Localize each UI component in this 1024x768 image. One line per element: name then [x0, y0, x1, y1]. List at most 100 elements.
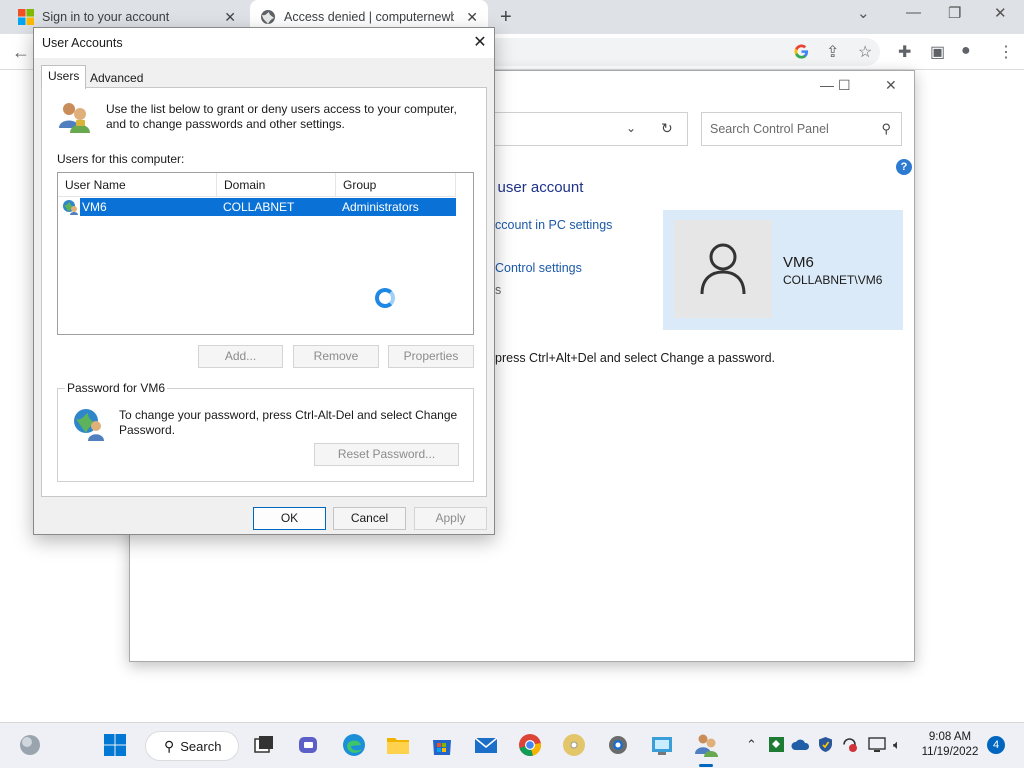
- show-hidden-icons-chevron-icon[interactable]: ⌃: [746, 737, 757, 753]
- control-panel-icon[interactable]: [649, 732, 675, 758]
- cell-domain: COLLABNET: [223, 200, 295, 214]
- new-tab-icon[interactable]: +: [500, 6, 512, 29]
- uac-settings-link[interactable]: Control settings: [495, 261, 582, 275]
- disc-drive-icon[interactable]: [561, 732, 587, 758]
- users-list[interactable]: User Name Domain Group VM6 COLLABNET Adm…: [57, 172, 474, 335]
- network-monitor-icon[interactable]: [868, 736, 886, 753]
- control-panel-search-input[interactable]: Search Control Panel ⚲: [701, 112, 902, 146]
- partial-link[interactable]: s: [495, 283, 501, 297]
- loading-spinner-icon: [375, 288, 395, 308]
- active-app-indicator: [699, 764, 713, 767]
- page-title: ur user account: [480, 179, 584, 196]
- search-placeholder: Search Control Panel: [710, 122, 829, 136]
- close-window-icon[interactable]: ✕: [994, 4, 1007, 22]
- change-password-hint: press Ctrl+Alt+Del and select Change a p…: [495, 351, 776, 365]
- user-name: VM6: [783, 254, 814, 271]
- mail-icon[interactable]: [473, 732, 499, 758]
- add-user-button[interactable]: Add...: [198, 345, 283, 368]
- notification-badge[interactable]: 4: [987, 736, 1005, 754]
- dialog-titlebar[interactable]: User Accounts ✕: [34, 28, 494, 58]
- intro-text: Use the list below to grant or deny user…: [106, 102, 457, 131]
- clock-date: 11/19/2022: [921, 746, 979, 758]
- user-card: VM6 COLLABNET\VM6: [663, 210, 903, 330]
- minimize-icon[interactable]: —: [906, 4, 921, 21]
- cell-user-name: VM6: [82, 200, 107, 214]
- globe-icon: [261, 10, 275, 24]
- taskbar: ⚲ Search ⌃ 🔈︎ 9:08 AM 11/19/2022 4: [0, 722, 1024, 768]
- tab-title: Access denied | computernewb.c: [284, 10, 454, 24]
- close-tab-icon[interactable]: ✕: [224, 9, 236, 26]
- address-bar[interactable]: [480, 38, 880, 66]
- start-windows-icon[interactable]: [102, 732, 128, 758]
- google-icon[interactable]: [794, 44, 809, 59]
- microsoft-logo-icon: [18, 9, 34, 25]
- file-explorer-icon[interactable]: [385, 732, 411, 758]
- volume-speaker-icon[interactable]: 🔈︎: [893, 737, 901, 753]
- taskbar-search-label: Search: [180, 738, 222, 754]
- remove-user-button[interactable]: Remove: [293, 345, 379, 368]
- column-domain[interactable]: Domain: [217, 173, 336, 197]
- bookmark-star-icon[interactable]: ☆: [858, 42, 872, 62]
- password-instructions: To change your password, press Ctrl-Alt-…: [119, 408, 458, 437]
- onedrive-cloud-icon[interactable]: [791, 736, 810, 753]
- teams-chat-icon[interactable]: [296, 732, 322, 758]
- properties-button[interactable]: Properties: [388, 345, 474, 368]
- users-tab-panel: Use the list below to grant or deny user…: [41, 87, 487, 497]
- back-arrow-icon[interactable]: ←: [12, 42, 30, 63]
- search-icon: ⚲: [164, 737, 175, 754]
- dialog-title: User Accounts: [42, 36, 123, 50]
- app-tray-green-icon[interactable]: [768, 736, 785, 753]
- column-group[interactable]: Group: [336, 173, 456, 197]
- refresh-icon[interactable]: ↻: [661, 120, 673, 137]
- settings-gear-icon[interactable]: [605, 732, 631, 758]
- control-panel-address-bar[interactable]: ⌄ ↻: [470, 112, 688, 146]
- maximize-icon[interactable]: ☐: [838, 77, 851, 94]
- search-icon[interactable]: ⚲: [881, 121, 891, 137]
- tab-users[interactable]: Users: [41, 65, 87, 89]
- reset-password-button[interactable]: Reset Password...: [314, 443, 459, 466]
- tab-search-chevron-icon[interactable]: ⌄: [857, 4, 870, 22]
- taskbar-clock[interactable]: 9:08 AM 11/19/2022: [918, 730, 982, 760]
- restore-icon[interactable]: ❐: [948, 4, 961, 22]
- pc-settings-link[interactable]: ccount in PC settings: [495, 218, 612, 232]
- password-group: To change your password, press Ctrl-Alt-…: [57, 388, 474, 482]
- chrome-icon[interactable]: [517, 732, 543, 758]
- sync-alert-icon[interactable]: [841, 736, 858, 753]
- users-list-header: User Name Domain Group: [58, 173, 456, 197]
- ok-button[interactable]: OK: [253, 507, 326, 530]
- users-group-icon: [59, 103, 90, 133]
- user-silhouette-icon: [700, 243, 746, 295]
- clock-time: 9:08 AM: [928, 731, 972, 743]
- side-panel-icon[interactable]: ▣: [930, 42, 945, 62]
- extensions-icon[interactable]: ✚: [898, 42, 911, 62]
- tab-title: Sign in to your account: [42, 10, 170, 24]
- profile-icon[interactable]: ●: [961, 42, 971, 60]
- share-icon[interactable]: ⇪: [826, 42, 839, 62]
- user-domain: COLLABNET\VM6: [783, 273, 883, 287]
- menu-kebab-icon[interactable]: ⋮: [998, 42, 1014, 62]
- cell-group: Administrators: [342, 200, 419, 214]
- close-icon[interactable]: ✕: [470, 32, 490, 52]
- avatar: [674, 220, 772, 318]
- user-accounts-dialog: User Accounts ✕ Users Advanced Use the l…: [33, 27, 495, 535]
- chevron-down-icon[interactable]: ⌄: [626, 121, 636, 135]
- close-window-icon[interactable]: ✕: [885, 77, 897, 94]
- edge-icon[interactable]: [341, 732, 367, 758]
- column-user-name[interactable]: User Name: [58, 173, 217, 197]
- help-icon[interactable]: ?: [896, 159, 912, 175]
- security-shield-icon[interactable]: [817, 736, 834, 753]
- password-group-legend: Password for VM6: [65, 381, 168, 395]
- user-globe-icon: [74, 409, 104, 441]
- taskbar-search-button[interactable]: ⚲ Search: [145, 731, 239, 761]
- widgets-icon[interactable]: [17, 732, 43, 758]
- users-list-label: Users for this computer:: [57, 152, 185, 166]
- cancel-button[interactable]: Cancel: [333, 507, 406, 530]
- user-globe-icon: [63, 200, 78, 215]
- close-tab-icon[interactable]: ✕: [466, 9, 478, 26]
- user-accounts-icon[interactable]: [693, 732, 719, 758]
- microsoft-store-icon[interactable]: [429, 732, 455, 758]
- task-view-icon[interactable]: [251, 732, 277, 758]
- minimize-icon[interactable]: —: [820, 77, 834, 93]
- table-row[interactable]: VM6 COLLABNET Administrators: [80, 198, 456, 216]
- apply-button[interactable]: Apply: [414, 507, 487, 530]
